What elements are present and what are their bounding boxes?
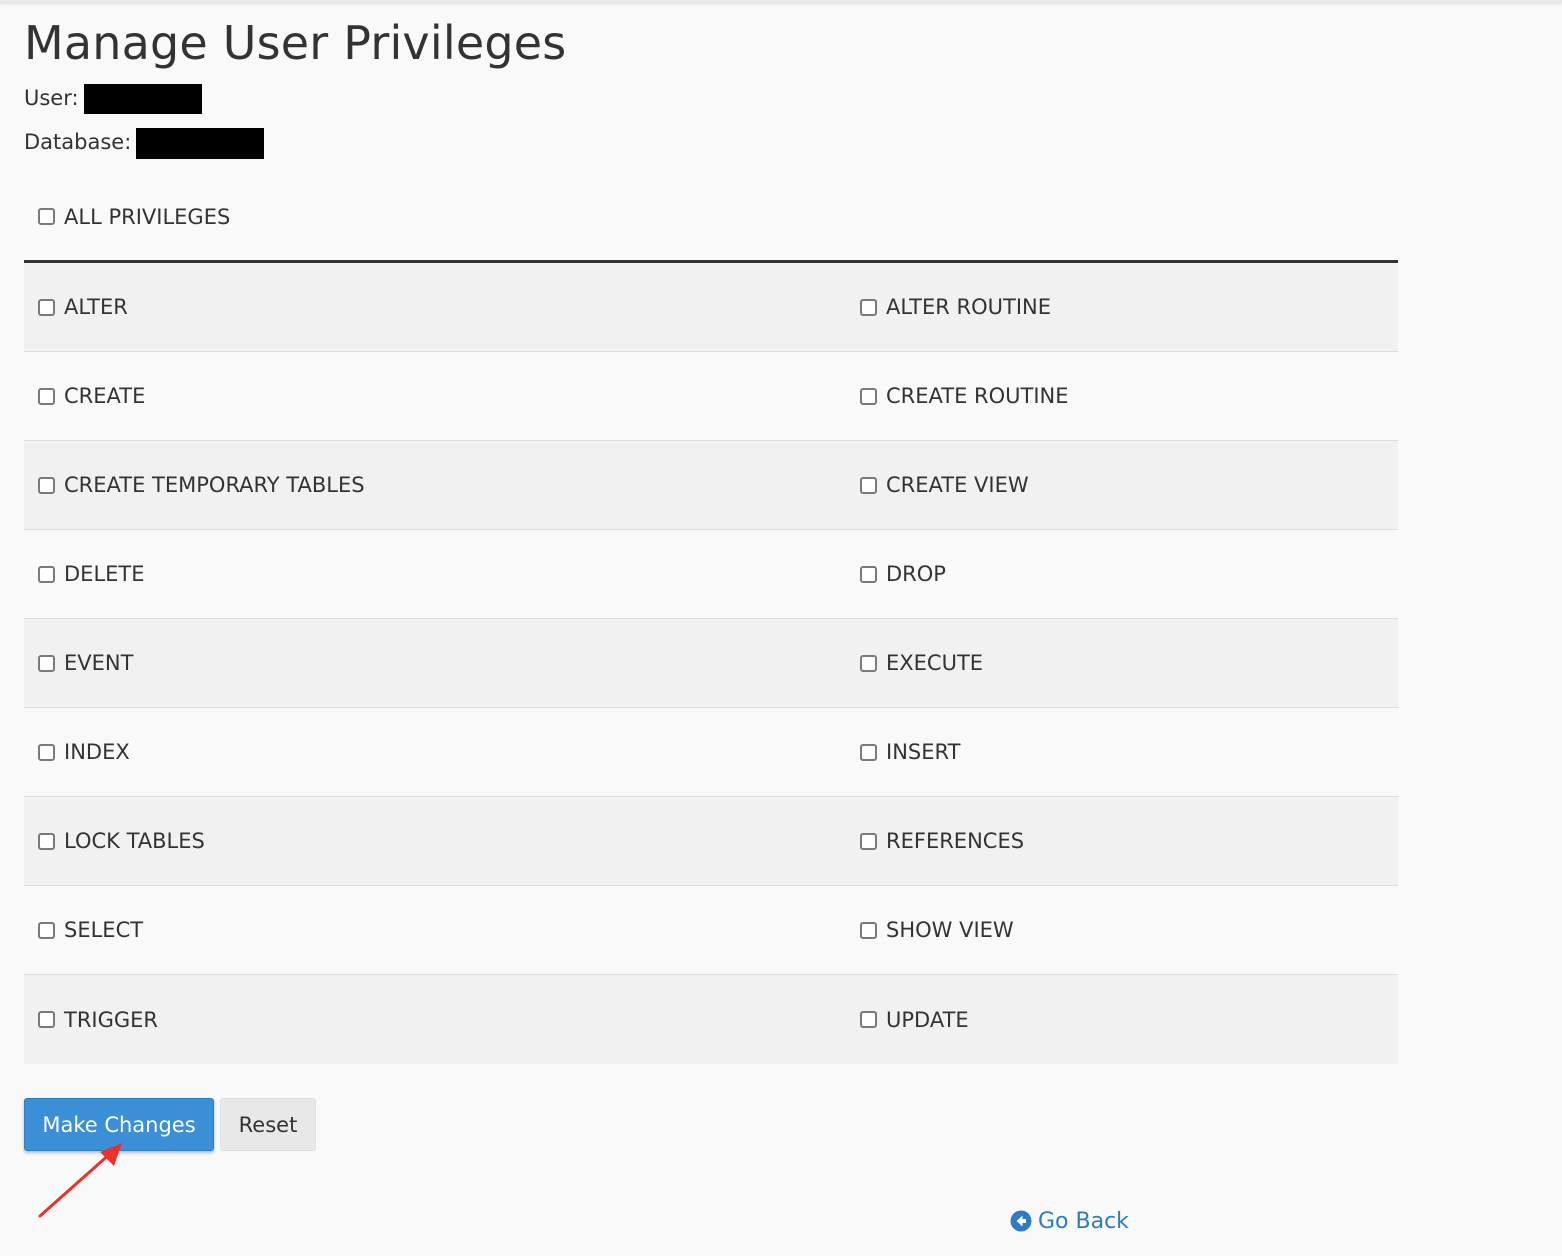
privilege-option-create-routine[interactable]: CREATE ROUTINE bbox=[846, 384, 1398, 408]
privilege-option-create[interactable]: CREATE bbox=[24, 384, 846, 408]
privilege-checkbox[interactable] bbox=[38, 921, 55, 939]
privilege-label: CREATE ROUTINE bbox=[886, 384, 1069, 408]
privilege-label: DROP bbox=[886, 562, 946, 586]
privilege-label: INSERT bbox=[886, 740, 961, 764]
user-label: User: bbox=[24, 86, 79, 110]
privilege-row: CREATE CREATE ROUTINE bbox=[24, 352, 1398, 441]
privilege-option-lock-tables[interactable]: LOCK TABLES bbox=[24, 829, 846, 853]
privilege-label: DELETE bbox=[64, 562, 145, 586]
privilege-option-insert[interactable]: INSERT bbox=[846, 740, 1398, 764]
privilege-option-create-view[interactable]: CREATE VIEW bbox=[846, 473, 1398, 497]
privilege-checkbox[interactable] bbox=[38, 387, 55, 405]
privilege-label: REFERENCES bbox=[886, 829, 1025, 853]
go-back-label: Go Back bbox=[1038, 1208, 1129, 1234]
privilege-checkbox[interactable] bbox=[860, 1011, 877, 1028]
privilege-label: CREATE VIEW bbox=[886, 473, 1029, 497]
privilege-checkbox[interactable] bbox=[38, 298, 55, 316]
privilege-option-create-temporary-tables[interactable]: CREATE TEMPORARY TABLES bbox=[24, 473, 846, 497]
privilege-label: TRIGGER bbox=[64, 1007, 159, 1032]
privilege-option-show-view[interactable]: SHOW VIEW bbox=[846, 918, 1398, 942]
privilege-option-references[interactable]: REFERENCES bbox=[846, 829, 1398, 853]
privilege-checkbox[interactable] bbox=[860, 476, 877, 494]
database-info: Database: bbox=[24, 127, 265, 159]
privilege-label: ALTER ROUTINE bbox=[886, 295, 1052, 319]
privilege-option-alter-routine[interactable]: ALTER ROUTINE bbox=[846, 295, 1398, 319]
privilege-label: SELECT bbox=[64, 918, 144, 942]
privilege-option-trigger[interactable]: TRIGGER bbox=[24, 1008, 846, 1032]
database-label: Database: bbox=[24, 130, 132, 154]
privilege-checkbox[interactable] bbox=[860, 921, 877, 939]
manage-privileges-page: Manage User Privileges User: Database: A… bbox=[0, 0, 1562, 1256]
privilege-checkbox[interactable] bbox=[860, 832, 877, 850]
privilege-checkbox[interactable] bbox=[860, 565, 877, 583]
reset-button[interactable]: Reset bbox=[220, 1098, 316, 1151]
privilege-option-delete[interactable]: DELETE bbox=[24, 562, 846, 586]
privilege-option-drop[interactable]: DROP bbox=[846, 562, 1398, 586]
privilege-label: UPDATE bbox=[886, 1007, 969, 1032]
privilege-checkbox[interactable] bbox=[38, 743, 55, 761]
privilege-label: INDEX bbox=[64, 740, 130, 764]
privilege-row: DELETE DROP bbox=[24, 530, 1398, 619]
privilege-checkbox[interactable] bbox=[860, 654, 877, 672]
privilege-option-execute[interactable]: EXECUTE bbox=[846, 651, 1398, 675]
page-title: Manage User Privileges bbox=[24, 16, 567, 70]
privilege-checkbox[interactable] bbox=[860, 743, 877, 761]
privilege-option-alter[interactable]: ALTER bbox=[24, 295, 846, 319]
redacted-user-name bbox=[83, 84, 202, 114]
user-info: User: bbox=[24, 83, 202, 114]
privilege-checkbox[interactable] bbox=[38, 654, 55, 672]
privilege-row: ALTER ALTER ROUTINE bbox=[24, 263, 1398, 352]
privilege-checkbox[interactable] bbox=[38, 565, 55, 583]
privilege-row: LOCK TABLES REFERENCES bbox=[24, 797, 1398, 886]
privilege-checkbox[interactable] bbox=[38, 476, 55, 494]
privilege-option-event[interactable]: EVENT bbox=[24, 651, 846, 675]
privilege-label: CREATE TEMPORARY TABLES bbox=[64, 473, 365, 497]
privilege-option-select[interactable]: SELECT bbox=[24, 918, 846, 942]
go-back-link[interactable]: Go Back bbox=[1010, 1206, 1129, 1236]
privilege-label: ALTER bbox=[64, 295, 128, 319]
privilege-option-index[interactable]: INDEX bbox=[24, 740, 846, 764]
red-arrow-icon bbox=[38, 1143, 122, 1218]
privilege-checkbox[interactable] bbox=[860, 387, 877, 405]
privilege-row: SELECT SHOW VIEW bbox=[24, 886, 1398, 975]
privilege-label: SHOW VIEW bbox=[886, 918, 1014, 942]
privilege-row: CREATE TEMPORARY TABLES CREATE VIEW bbox=[24, 441, 1398, 530]
all-privileges-checkbox[interactable] bbox=[38, 208, 55, 225]
privilege-checkbox[interactable] bbox=[38, 832, 55, 850]
redacted-database-name bbox=[136, 127, 265, 159]
privilege-label: EXECUTE bbox=[886, 651, 984, 675]
privilege-row: EVENT EXECUTE bbox=[24, 619, 1398, 708]
privilege-row: TRIGGER UPDATE bbox=[24, 975, 1398, 1064]
privilege-label: EVENT bbox=[64, 651, 134, 675]
all-privileges-option[interactable]: ALL PRIVILEGES bbox=[38, 200, 230, 232]
privilege-label: LOCK TABLES bbox=[64, 829, 205, 853]
privileges-table: ALTER ALTER ROUTINE CREATE CREATE ROUTIN… bbox=[24, 260, 1398, 1064]
all-privileges-label: ALL PRIVILEGES bbox=[64, 204, 231, 229]
arrow-circle-left-icon bbox=[1010, 1210, 1032, 1232]
privilege-checkbox[interactable] bbox=[860, 298, 877, 316]
privilege-label: CREATE bbox=[64, 384, 146, 408]
privilege-option-update[interactable]: UPDATE bbox=[846, 1008, 1398, 1032]
privilege-row: INDEX INSERT bbox=[24, 708, 1398, 797]
privilege-checkbox[interactable] bbox=[38, 1011, 55, 1028]
